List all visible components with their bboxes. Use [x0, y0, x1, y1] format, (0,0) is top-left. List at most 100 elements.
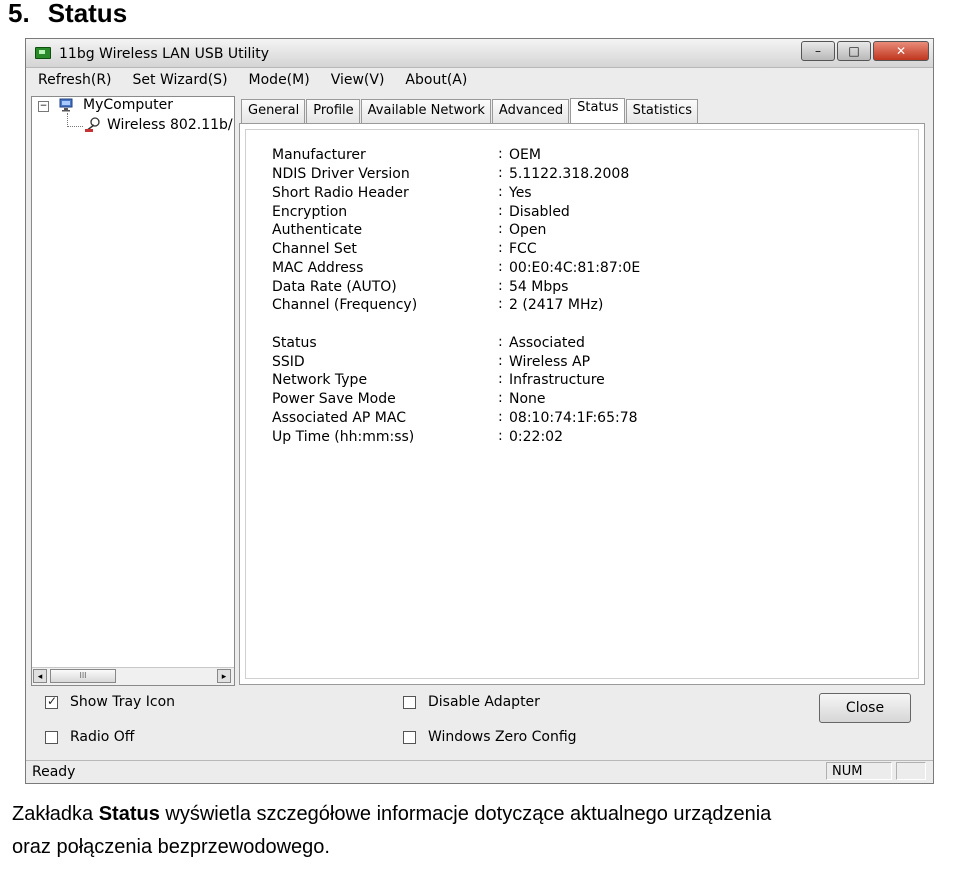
tab-statistics[interactable]: Statistics	[625, 99, 699, 123]
row-colon: :	[498, 334, 503, 350]
row-colon: :	[498, 296, 503, 312]
checkbox-box[interactable]	[45, 694, 58, 709]
scroll-thumb[interactable]: III	[50, 669, 116, 683]
tab-status[interactable]: Status	[570, 98, 625, 124]
wireless-adapter-icon	[85, 117, 100, 132]
status-panel-inner: Manufacturer: OEM NDIS Driver Version:5.1…	[245, 129, 919, 679]
row-label: Short Radio Header	[272, 185, 409, 201]
caption-bold: Status	[98, 803, 160, 825]
num-lock-indicator: NUM	[826, 762, 892, 780]
status-panel: Manufacturer: OEM NDIS Driver Version:5.1…	[239, 123, 925, 685]
row-value: 5.1122.318.2008	[509, 166, 630, 182]
status-bar: Ready NUM	[26, 760, 933, 783]
caption-line2: oraz połączenia bezprzewodowego.	[12, 836, 330, 858]
row-value: 08:10:74:1F:65:78	[509, 410, 638, 426]
show-tray-icon-checkbox[interactable]: Show Tray Icon	[45, 694, 175, 710]
device-tree: − MyComputer Wireless 802.11b/ ◂ III ▸	[31, 96, 235, 686]
row-label: Data Rate (AUTO)	[272, 279, 397, 295]
caption-line1-rest: wyświetla szczegółowe informacje dotyczą…	[159, 803, 772, 825]
row-colon: :	[498, 259, 503, 275]
tab-profile[interactable]: Profile	[306, 99, 360, 123]
tab-advanced[interactable]: Advanced	[491, 99, 570, 123]
heading-number: 5.	[8, 0, 30, 28]
row-label: Network Type	[272, 372, 368, 388]
status-text: Ready	[32, 764, 76, 780]
row-value: Disabled	[509, 204, 570, 220]
row-label: Authenticate	[272, 222, 363, 238]
close-window-button[interactable]: ✕	[873, 41, 929, 61]
scroll-right-arrow-icon[interactable]: ▸	[217, 669, 231, 683]
row-colon: :	[498, 146, 503, 162]
row-label: Up Time (hh:mm:ss)	[272, 429, 415, 445]
window-title: 11bg Wireless LAN USB Utility	[59, 46, 270, 62]
maximize-button[interactable]: □	[837, 41, 871, 61]
row-colon: :	[498, 428, 503, 444]
menu-mode[interactable]: Mode(M)	[237, 72, 319, 88]
tree-connector	[67, 126, 83, 127]
menu-view[interactable]: View(V)	[319, 72, 394, 88]
row-label: Encryption	[272, 204, 348, 220]
tree-item-wireless-adapter[interactable]: Wireless 802.11b/	[107, 117, 233, 133]
row-label: NDIS Driver Version	[272, 166, 410, 182]
row-colon: :	[498, 240, 503, 256]
row-value: Open	[509, 222, 547, 238]
row-value: Yes	[509, 185, 532, 201]
row-label: Manufacturer	[272, 147, 366, 163]
menu-set-wizard[interactable]: Set Wizard(S)	[121, 72, 237, 88]
row-value: Infrastructure	[509, 372, 605, 388]
close-button[interactable]: Close	[819, 693, 911, 723]
row-colon: :	[498, 203, 503, 219]
row-label: SSID	[272, 354, 305, 370]
menu-about[interactable]: About(A)	[393, 72, 476, 88]
row-value: Wireless AP	[509, 354, 591, 370]
tab-general[interactable]: General	[241, 99, 306, 123]
wlan-card-icon	[35, 47, 51, 59]
row-label: MAC Address	[272, 260, 364, 276]
caption-prefix: Zakładka	[12, 803, 99, 825]
checkbox-box[interactable]	[403, 695, 416, 709]
status-cell	[896, 762, 926, 780]
row-value: Associated	[509, 335, 585, 351]
row-colon: :	[498, 371, 503, 387]
computer-icon	[59, 98, 73, 112]
row-value: 0:22:02	[509, 429, 563, 445]
row-value: 2 (2417 MHz)	[509, 297, 604, 313]
row-value: 54 Mbps	[509, 279, 569, 295]
menu-refresh[interactable]: Refresh(R)	[26, 72, 121, 88]
row-colon: :	[498, 165, 503, 181]
row-value: None	[509, 391, 546, 407]
row-label: Status	[272, 335, 317, 351]
checkbox-label: Radio Off	[70, 729, 135, 745]
row-colon: :	[498, 353, 503, 369]
row-label: Channel (Frequency)	[272, 297, 418, 313]
window-controls: – □ ✕	[799, 41, 929, 61]
title-bar[interactable]: 11bg Wireless LAN USB Utility – □ ✕	[26, 39, 933, 68]
menu-bar: Refresh(R) Set Wizard(S) Mode(M) View(V)…	[26, 68, 933, 92]
scroll-left-arrow-icon[interactable]: ◂	[33, 669, 47, 683]
app-window: 11bg Wireless LAN USB Utility – □ ✕ Refr…	[25, 38, 934, 784]
row-label: Power Save Mode	[272, 391, 396, 407]
checkbox-box[interactable]	[403, 730, 416, 744]
tree-horizontal-scrollbar[interactable]: ◂ III ▸	[32, 667, 234, 685]
windows-zero-config-checkbox[interactable]: Windows Zero Config	[403, 729, 577, 745]
radio-off-checkbox[interactable]: Radio Off	[45, 729, 134, 745]
tree-connector	[67, 113, 68, 127]
document-caption: Zakładka Status wyświetla szczegółowe in…	[12, 798, 942, 864]
checkbox-label: Windows Zero Config	[428, 729, 577, 745]
minimize-button[interactable]: –	[801, 41, 835, 61]
tab-available-network[interactable]: Available Network	[360, 99, 491, 123]
row-colon: :	[498, 390, 503, 406]
row-label: Associated AP MAC	[272, 410, 406, 426]
document-heading: 5. Status	[8, 0, 127, 29]
disable-adapter-checkbox[interactable]: Disable Adapter	[403, 694, 540, 710]
row-value: FCC	[509, 241, 537, 257]
checkbox-label: Show Tray Icon	[70, 694, 176, 710]
heading-title: Status	[47, 0, 128, 28]
tree-root-mycomputer[interactable]: MyComputer	[83, 97, 173, 113]
row-label: Channel Set	[272, 241, 357, 257]
row-colon: :	[498, 278, 503, 294]
tree-collapse-toggle[interactable]: −	[38, 101, 49, 112]
checkbox-box[interactable]	[45, 730, 58, 744]
row-value: OEM	[509, 147, 541, 163]
row-value: 00:E0:4C:81:87:0E	[509, 260, 641, 276]
